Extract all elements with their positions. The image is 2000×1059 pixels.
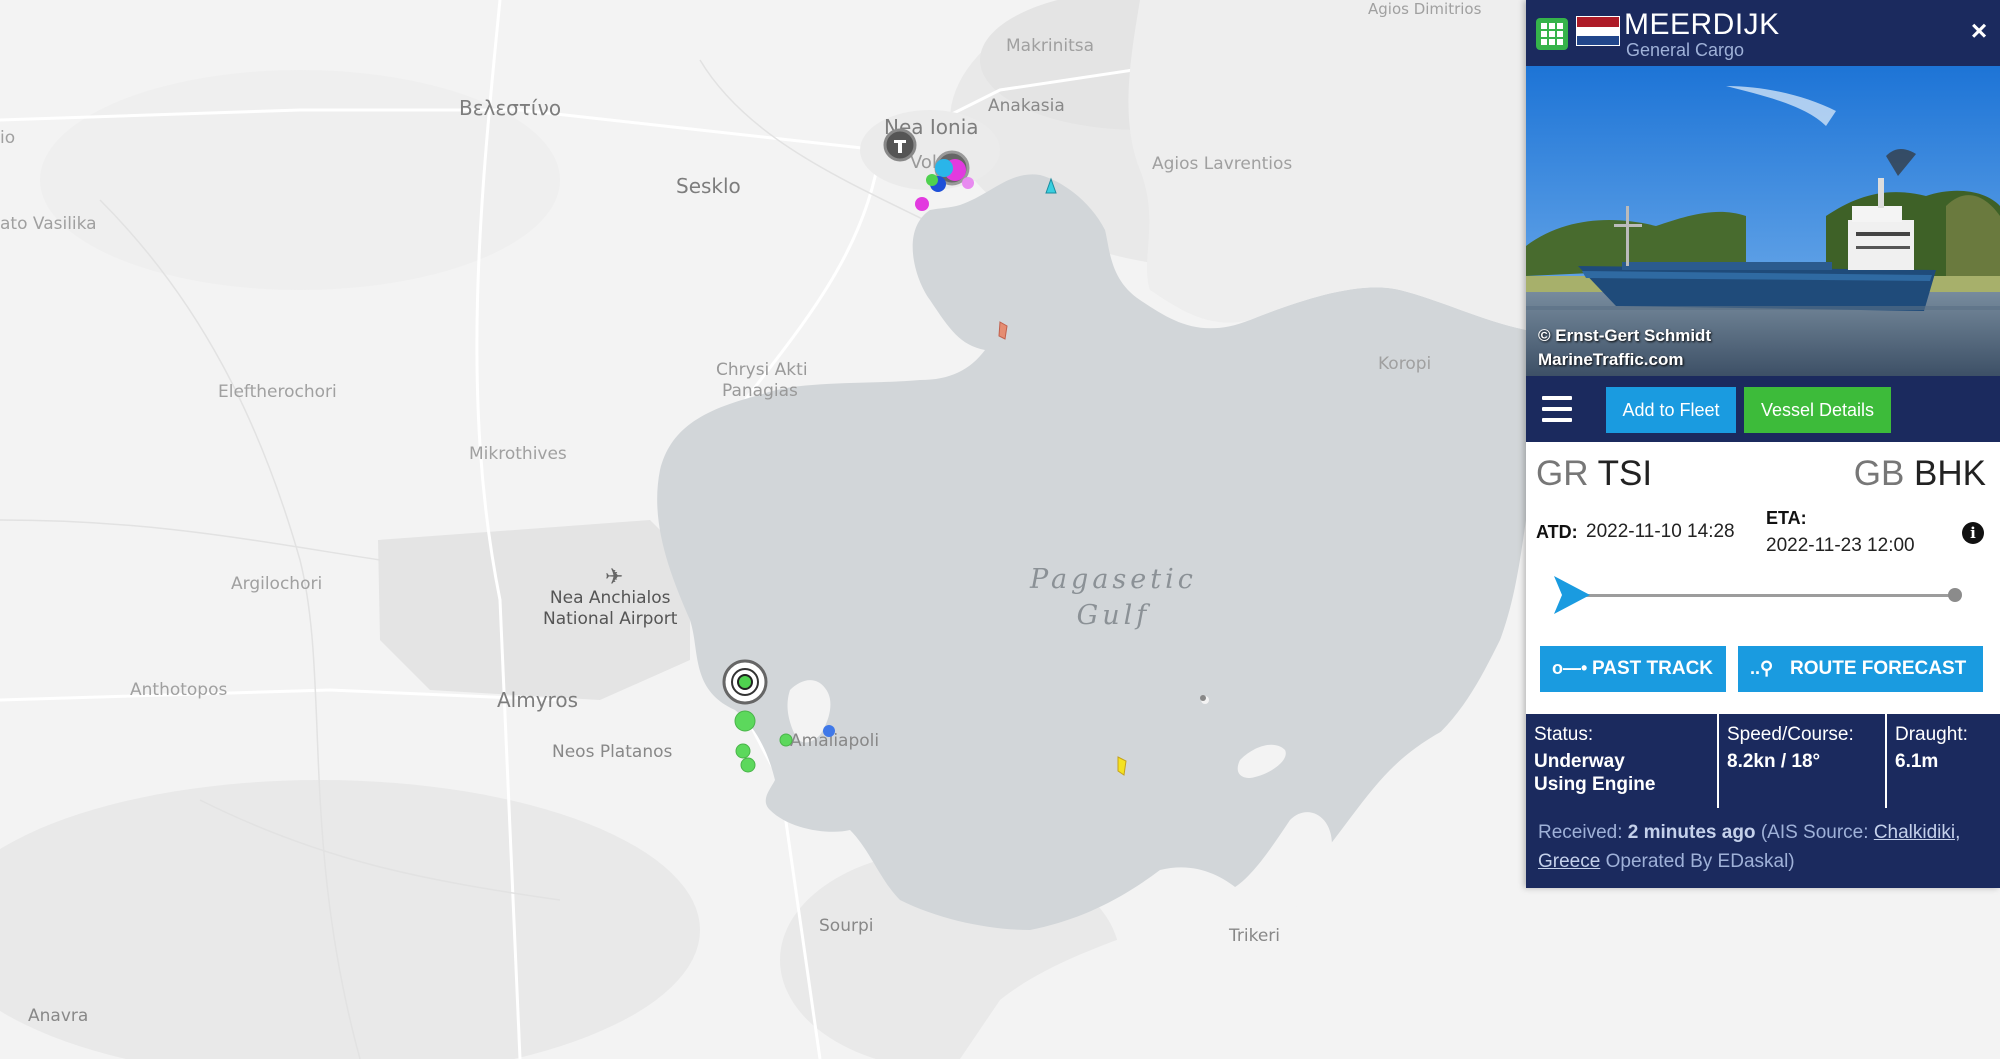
sea-label: Pagasetic Gulf: [1030, 562, 1197, 634]
place-airport: Nea Anchialos National Airport: [543, 588, 677, 630]
place-neos-platanos: Neos Platanos: [552, 742, 673, 762]
grid-icon[interactable]: [1536, 18, 1568, 50]
place-eleftherochori: Eleftherochori: [218, 382, 337, 402]
close-icon[interactable]: ×: [1964, 16, 1994, 46]
place-panagias: Panagias: [722, 381, 798, 401]
add-to-fleet-button[interactable]: Add to Fleet: [1606, 387, 1736, 433]
eta-value: 2022-11-23 12:00: [1766, 535, 1915, 556]
place-nea-ionia: Nea Ionia: [884, 115, 979, 139]
status-value-line2: Using Engine: [1534, 774, 1656, 795]
place-sesklo: Sesklo: [676, 174, 741, 198]
past-track-label: PAST TRACK: [1592, 658, 1714, 679]
status-value: Underway Using Engine: [1534, 750, 1655, 796]
received-time: 2 minutes ago: [1627, 822, 1756, 843]
speed-column: Speed/Course: 8.2kn / 18°: [1719, 714, 1887, 808]
place-mikrothives: Mikrothives: [469, 444, 567, 464]
received-info: Received: 2 minutes ago (AIS Source: Cha…: [1538, 818, 1988, 876]
vessel-photo[interactable]: © Ernst-Gert Schmidt MarineTraffic.com: [1526, 66, 2000, 376]
info-icon[interactable]: i: [1962, 522, 1984, 544]
route-section: GR TSI GB BHK ATD: 2022-11-10 14:28 ETA:…: [1526, 442, 2000, 714]
airport-line2: National Airport: [543, 609, 678, 629]
voyage-progress: [1552, 576, 1962, 614]
status-label: Status:: [1534, 724, 1594, 745]
photo-credit-line2: MarineTraffic.com: [1538, 350, 1684, 369]
place-volos: Volos: [910, 152, 958, 173]
received-source-open: (AIS Source:: [1760, 822, 1869, 843]
place-amaliapoli: Amaliapoli: [790, 731, 880, 751]
sea-label-line2: Gulf: [1076, 600, 1151, 631]
sea-label-line1: Pagasetic: [1030, 564, 1197, 595]
past-track-button[interactable]: o—• PAST TRACK: [1540, 646, 1726, 692]
place-anthotopos: Anthotopos: [130, 680, 228, 700]
speed-label: Speed/Course:: [1727, 724, 1854, 745]
received-prefix: Received:: [1538, 822, 1623, 843]
netherlands-flag: [1576, 16, 1620, 46]
place-koropi: Koropi: [1378, 354, 1432, 374]
origin-port-code: TSI: [1597, 454, 1653, 493]
place-sourpi: Sourpi: [819, 916, 874, 936]
place-kato-vasilika: ato Vasilika: [0, 214, 97, 234]
place-trikeri: Trikeri: [1229, 926, 1281, 946]
place-anakasia: Anakasia: [988, 96, 1065, 116]
place-argilochori: Argilochori: [231, 574, 323, 594]
place-almyros: Almyros: [497, 688, 578, 712]
dest-country-code: GB: [1853, 454, 1905, 493]
vessel-name: MEERDIJK: [1624, 8, 1780, 41]
menu-icon[interactable]: [1540, 392, 1574, 426]
ship-icon: [1554, 576, 1590, 614]
vessel-details-button[interactable]: Vessel Details: [1744, 387, 1891, 433]
received-operated: Operated By EDaskal): [1605, 851, 1795, 872]
progress-end-dot: [1948, 588, 1962, 602]
place-chrysi-akti: Chrysi Akti: [716, 360, 808, 380]
action-bar: Add to Fleet Vessel Details: [1526, 376, 2000, 442]
place-makrinitsa: Makrinitsa: [1006, 36, 1095, 56]
vessel-type: General Cargo: [1626, 40, 1745, 60]
place-velestino: Βελεστίνο: [459, 96, 562, 120]
place-agios-lavrentios: Agios Lavrentios: [1152, 154, 1293, 174]
photo-credit: © Ernst-Gert Schmidt MarineTraffic.com: [1538, 324, 1711, 372]
draught-column: Draught: 6.1m: [1887, 714, 2000, 808]
vessel-info-panel: MEERDIJK General Cargo × © Ernst-Gert Sc…: [1526, 0, 2000, 888]
route-forecast-icon: ..⚲: [1750, 658, 1774, 678]
airport-icon: ✈: [605, 564, 624, 589]
airport-line1: Nea Anchialos: [549, 588, 671, 608]
atd-label: ATD:: [1536, 522, 1578, 542]
place-io: io: [0, 128, 16, 148]
status-value-line1: Underway: [1534, 751, 1625, 772]
route-forecast-button[interactable]: ..⚲ ROUTE FORECAST: [1738, 646, 1983, 692]
past-track-icon: o—•: [1552, 658, 1588, 678]
place-agios-dimitrios: Agios Dimitrios: [1368, 0, 1482, 18]
panel-header: MEERDIJK General Cargo ×: [1526, 0, 2000, 66]
destination-port[interactable]: GB BHK: [1854, 454, 1986, 494]
route-forecast-label: ROUTE FORECAST: [1790, 658, 1967, 679]
origin-port[interactable]: GR TSI: [1536, 454, 1652, 494]
status-column: Status: Underway Using Engine: [1526, 714, 1719, 808]
progress-line: [1562, 594, 1954, 597]
origin-country-code: GR: [1536, 454, 1589, 493]
eta-label: ETA:: [1766, 508, 1807, 528]
atd-value: 2022-11-10 14:28: [1586, 521, 1735, 542]
place-anavra: Anavra: [28, 1006, 89, 1026]
draught-label: Draught:: [1895, 724, 1968, 745]
photo-credit-line1: © Ernst-Gert Schmidt: [1538, 326, 1712, 345]
speed-value: 8.2kn / 18°: [1727, 751, 1821, 772]
draught-value: 6.1m: [1895, 751, 1939, 772]
dest-port-code: BHK: [1914, 454, 1986, 493]
status-box: Status: Underway Using Engine Speed/Cour…: [1526, 714, 2000, 888]
